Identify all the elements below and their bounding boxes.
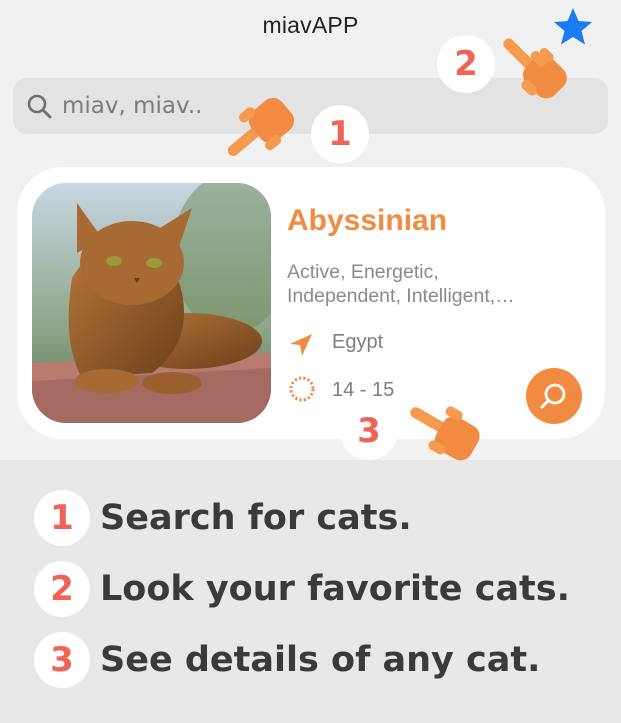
location-arrow-icon (288, 333, 314, 357)
cat-origin: Egypt (332, 331, 384, 353)
callout-badge-3: 3 (340, 402, 398, 460)
step-number: 3 (34, 632, 90, 688)
cat-life-span: 14 - 15 (332, 379, 395, 401)
instruction-step: 3 See details of any cat. (34, 632, 540, 688)
step-text: See details of any cat. (100, 640, 541, 680)
cat-temperament: Active, Energetic, Independent, Intellig… (287, 261, 515, 307)
search-icon (540, 383, 566, 409)
pointing-hand-icon (410, 406, 480, 461)
cat-name: Abyssinian (287, 204, 448, 237)
pointing-hand-icon (227, 97, 295, 156)
cat-photo (32, 183, 271, 423)
step-number: 2 (34, 561, 90, 617)
cat-detail-button[interactable] (526, 368, 582, 424)
step-text: Search for cats. (100, 498, 412, 538)
callout-badge-2: 2 (437, 35, 495, 93)
instruction-step: 1 Search for cats. (34, 490, 412, 546)
callout-badge-1: 1 (311, 105, 369, 163)
instruction-step: 2 Look your favorite cats. (34, 561, 570, 617)
search-icon (26, 93, 52, 119)
step-text: Look your favorite cats. (100, 569, 570, 609)
step-number: 1 (34, 490, 90, 546)
pointing-hand-icon (503, 38, 567, 99)
life-span-sun-icon (288, 375, 316, 403)
